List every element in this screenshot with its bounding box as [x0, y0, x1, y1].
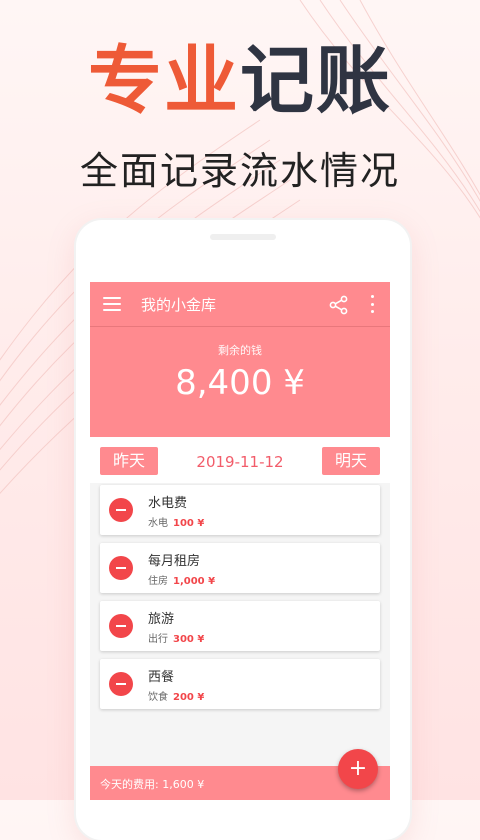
add-expense-button[interactable]: +	[338, 749, 378, 789]
item-detail: 出行 300 ¥	[148, 630, 204, 645]
item-detail: 饮食 200 ¥	[148, 688, 204, 703]
item-title: 旅游	[148, 612, 175, 627]
item-amount: 100 ¥	[173, 518, 205, 529]
item-amount: 1,000 ¥	[173, 576, 216, 587]
balance-label: 剩余的钱	[218, 344, 262, 357]
remove-circle-icon[interactable]	[109, 556, 133, 580]
item-category: 饮食	[148, 692, 168, 703]
headline-accent: 专业	[88, 38, 240, 124]
app-title: 我的小金库	[141, 295, 217, 314]
phone-speaker	[210, 234, 276, 240]
item-amount: 200 ¥	[173, 692, 205, 703]
date-navigation: 昨天 2019-11-12 明天	[90, 437, 390, 483]
share-icon[interactable]	[328, 294, 350, 316]
daily-total-text: 今天的费用: 1,600 ¥	[100, 778, 205, 791]
app-bar: 我的小金库	[90, 282, 390, 326]
balance-value: 8,400 ¥	[175, 363, 305, 403]
promo-subheadline: 全面记录流水情况	[79, 149, 400, 193]
item-detail: 水电 100 ¥	[148, 514, 204, 529]
remove-circle-icon[interactable]	[109, 672, 133, 696]
list-item[interactable]: 水电费 水电 100 ¥	[100, 485, 380, 535]
app-screen: 我的小金库 剩余的钱 8,400 ¥ 昨天 2019-11-12 明天 水电费 …	[90, 282, 390, 800]
headline-rest: 记账	[240, 38, 392, 124]
item-category: 出行	[148, 634, 168, 645]
balance-panel: 剩余的钱 8,400 ¥	[90, 327, 390, 437]
item-title: 西餐	[148, 670, 175, 685]
list-item[interactable]: 西餐 饮食 200 ¥	[100, 659, 380, 709]
item-category: 水电	[148, 518, 168, 529]
menu-icon[interactable]	[103, 297, 121, 311]
item-title: 水电费	[148, 496, 188, 511]
remove-circle-icon[interactable]	[109, 498, 133, 522]
item-detail: 住房 1,000 ¥	[148, 572, 215, 587]
item-title: 每月租房	[148, 554, 201, 569]
item-category: 住房	[148, 576, 168, 587]
list-item[interactable]: 每月租房 住房 1,000 ¥	[100, 543, 380, 593]
item-amount: 300 ¥	[173, 634, 205, 645]
more-vert-icon[interactable]	[369, 295, 375, 313]
next-day-button[interactable]: 明天	[322, 447, 380, 475]
list-item[interactable]: 旅游 出行 300 ¥	[100, 601, 380, 651]
remove-circle-icon[interactable]	[109, 614, 133, 638]
promo-headline: 专业记账	[0, 44, 480, 118]
